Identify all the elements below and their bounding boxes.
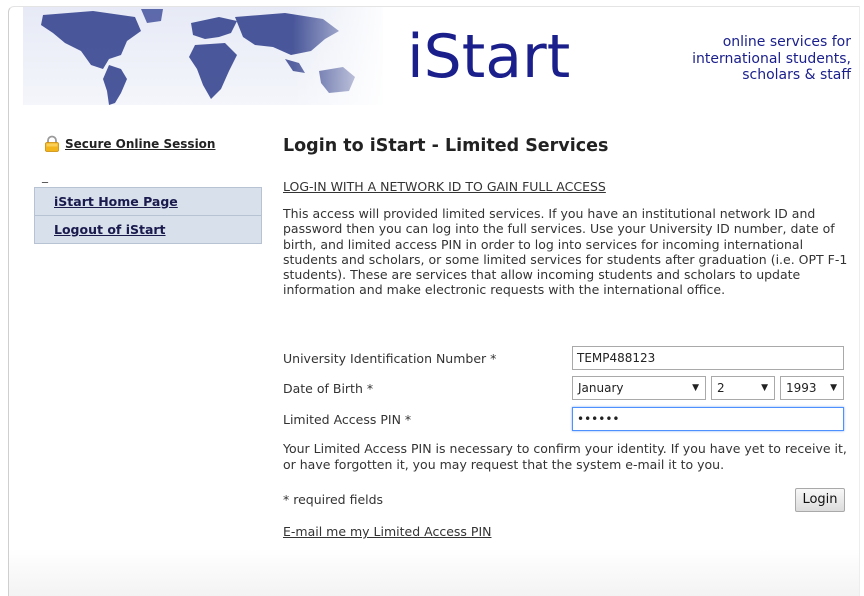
chevron-down-icon: ▼ xyxy=(692,383,699,393)
chevron-down-icon: ▼ xyxy=(830,383,837,393)
sidebar-item-logout[interactable]: Logout of iStart xyxy=(35,216,261,243)
dob-year-value: 1993 xyxy=(786,381,817,395)
pin-help-text: Your Limited Access PIN is necessary to … xyxy=(283,441,847,472)
dob-month-select[interactable]: January ▼ xyxy=(572,376,706,400)
sidebar-item-istart-home[interactable]: iStart Home Page xyxy=(35,188,261,216)
dob-month-value: January xyxy=(578,381,624,395)
secure-session-label[interactable]: Secure Online Session xyxy=(65,137,215,151)
required-fields-note: * required fields xyxy=(283,492,384,507)
istart-logo: iStart xyxy=(407,22,571,92)
dob-day-value: 2 xyxy=(717,381,725,395)
intro-text: This access will provided limited servic… xyxy=(283,206,848,298)
tagline: online services for international studen… xyxy=(611,34,851,84)
dob-row: Date of Birth * January ▼ 2 ▼ 1993 ▼ xyxy=(283,376,849,402)
uid-input[interactable]: TEMP488123 xyxy=(572,346,844,370)
full-access-link[interactable]: LOG-IN WITH A NETWORK ID TO GAIN FULL AC… xyxy=(283,179,606,194)
sidebar-nav: iStart Home Page Logout of iStart xyxy=(34,187,262,244)
tagline-line-2: international students, xyxy=(692,50,851,67)
page-title: Login to iStart - Limited Services xyxy=(283,136,609,156)
dob-day-select[interactable]: 2 ▼ xyxy=(711,376,775,400)
uid-row: University Identification Number * TEMP4… xyxy=(283,346,849,372)
dob-label: Date of Birth * xyxy=(283,381,374,396)
sidebar-dash: _ xyxy=(42,169,48,183)
pin-input[interactable]: •••••• xyxy=(572,407,844,431)
secure-session[interactable]: Secure Online Session xyxy=(43,135,215,152)
header: iStart online services for international… xyxy=(9,7,859,109)
chevron-down-icon: ▼ xyxy=(761,383,768,393)
page-frame: iStart online services for international… xyxy=(8,6,860,596)
tagline-line-3: scholars & staff xyxy=(742,67,851,83)
world-map-graphic xyxy=(23,7,383,105)
dob-year-select[interactable]: 1993 ▼ xyxy=(780,376,844,400)
tagline-line-1: online services for xyxy=(722,34,851,50)
pin-row: Limited Access PIN * •••••• xyxy=(283,407,849,433)
login-button[interactable]: Login xyxy=(795,488,845,512)
pin-label: Limited Access PIN * xyxy=(283,412,412,427)
email-pin-link[interactable]: E-mail me my Limited Access PIN xyxy=(283,524,491,539)
uid-label: University Identification Number * xyxy=(283,351,497,366)
lock-icon xyxy=(45,135,59,152)
